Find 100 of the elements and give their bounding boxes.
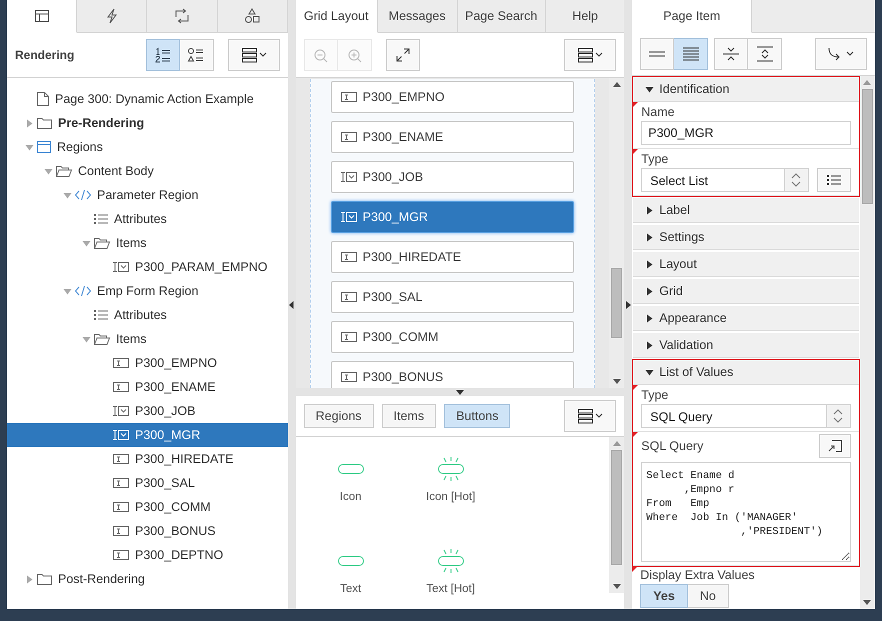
grid-item[interactable]: P300_EMPNO xyxy=(330,81,574,113)
menu-button[interactable] xyxy=(564,400,616,432)
tree-item[interactable]: Items xyxy=(7,327,288,351)
name-field[interactable]: P300_MGR xyxy=(641,121,851,145)
expand-button[interactable] xyxy=(386,39,420,71)
select-field[interactable]: Select List xyxy=(641,168,809,192)
toggle-option[interactable]: No xyxy=(688,584,729,608)
text-field-icon xyxy=(112,381,130,393)
page-icon xyxy=(36,91,50,107)
group-header[interactable]: Grid xyxy=(633,279,859,304)
gallery-tab[interactable]: Regions xyxy=(304,404,374,428)
tree-item[interactable]: Attributes xyxy=(7,303,288,327)
caret-icon[interactable] xyxy=(645,232,654,242)
grid-item[interactable]: P300_JOB xyxy=(330,161,574,193)
gallery-item-label[interactable]: Text xyxy=(340,581,362,598)
select-field-icon xyxy=(340,171,358,183)
tree-item[interactable]: P300_BONUS xyxy=(7,519,288,543)
tree-item[interactable]: Page 300: Dynamic Action Example xyxy=(7,87,288,111)
text-field-icon xyxy=(340,251,358,263)
tree-item[interactable]: P300_MGR xyxy=(7,423,288,447)
menu-button[interactable] xyxy=(228,39,280,71)
code-tag-icon xyxy=(74,284,92,298)
scroll-up-icon[interactable] xyxy=(612,82,621,87)
select-field[interactable]: SQL Query xyxy=(641,404,851,428)
view-toggle-button[interactable] xyxy=(714,38,748,70)
scroll-down-icon[interactable] xyxy=(863,600,872,605)
toggle-option[interactable]: Yes xyxy=(640,584,688,608)
view-toggle-button[interactable] xyxy=(674,38,708,70)
toggle-arrow-icon[interactable] xyxy=(82,334,90,344)
group-header[interactable]: Appearance xyxy=(633,306,859,331)
caret-icon[interactable] xyxy=(645,84,654,94)
menu-button[interactable] xyxy=(564,39,616,71)
tree-item[interactable]: Parameter Region xyxy=(7,183,288,207)
collapse-arrow-icon[interactable] xyxy=(289,300,294,308)
toggle-arrow-icon[interactable] xyxy=(44,166,52,176)
toggle-arrow-icon[interactable] xyxy=(24,142,34,152)
list-button[interactable] xyxy=(816,168,851,192)
panel-tab[interactable] xyxy=(7,0,78,33)
tree-item[interactable]: Attributes xyxy=(7,207,288,231)
tree-item[interactable]: Post-Rendering xyxy=(7,567,288,591)
tree-item[interactable]: P300_DEPTNO xyxy=(7,543,288,567)
view-toggle-button[interactable] xyxy=(146,39,180,71)
view-toggle-button[interactable] xyxy=(180,39,214,71)
grid-item[interactable]: P300_COMM xyxy=(330,321,574,353)
gallery-tab[interactable]: Buttons xyxy=(444,404,510,428)
gallery-item-label[interactable]: Text [Hot] xyxy=(426,581,475,598)
group-header[interactable]: Settings xyxy=(633,225,859,250)
panel-tab[interactable]: Grid Layout xyxy=(296,0,378,33)
tree-item[interactable]: P300_HIREDATE xyxy=(7,447,288,471)
group-header[interactable]: List of Values xyxy=(633,360,859,385)
tree-item[interactable]: P300_SAL xyxy=(7,471,288,495)
tree-item[interactable]: P300_PARAM_EMPNO xyxy=(7,255,288,279)
caret-icon[interactable] xyxy=(645,314,654,322)
grid-item[interactable]: P300_ENAME xyxy=(330,121,574,153)
toggle-arrow-icon[interactable] xyxy=(24,118,34,128)
collapse-arrow-icon[interactable] xyxy=(456,390,464,394)
expand-editor-button[interactable] xyxy=(818,434,851,458)
group-header[interactable]: Identification xyxy=(633,77,859,102)
toggle-arrow-icon[interactable] xyxy=(62,190,72,200)
view-toggle-button[interactable] xyxy=(748,38,782,70)
panel-tab[interactable]: Page Item xyxy=(632,0,752,33)
caret-icon[interactable] xyxy=(645,286,654,296)
group-header[interactable]: Validation xyxy=(633,333,859,358)
scrollbar-thumb[interactable] xyxy=(862,89,873,204)
tree-item[interactable]: Emp Form Region xyxy=(7,279,288,303)
tree-item[interactable]: P300_COMM xyxy=(7,495,288,519)
scroll-down-icon[interactable] xyxy=(612,379,621,384)
caret-icon[interactable] xyxy=(645,206,654,214)
toggle-arrow-icon[interactable] xyxy=(82,238,90,248)
scroll-down-icon[interactable] xyxy=(612,584,621,589)
expand-box-icon xyxy=(826,439,843,453)
gallery-item-label[interactable]: Icon [Hot] xyxy=(426,489,476,506)
gallery-tab[interactable]: Items xyxy=(382,404,436,428)
tree-item[interactable]: P300_EMPNO xyxy=(7,351,288,375)
grid-item[interactable]: P300_SAL xyxy=(330,281,574,313)
grid-item[interactable]: P300_HIREDATE xyxy=(330,241,574,273)
tree-item[interactable]: Pre-Rendering xyxy=(7,111,288,135)
tree-item[interactable]: Content Body xyxy=(7,159,288,183)
group-header[interactable]: Layout xyxy=(633,252,859,277)
tree-item[interactable]: P300_JOB xyxy=(7,399,288,423)
tree-item[interactable]: Regions xyxy=(7,135,288,159)
scrollbar-thumb[interactable] xyxy=(611,268,622,338)
collapse-arrow-icon[interactable] xyxy=(626,300,631,308)
caret-icon[interactable] xyxy=(645,368,654,376)
up-down-arrows-icon xyxy=(791,173,802,187)
menu-icon xyxy=(577,407,604,425)
toggle-arrow-icon[interactable] xyxy=(62,286,72,296)
group-header[interactable]: Label xyxy=(633,198,859,223)
expand-icon xyxy=(754,45,775,63)
scrollbar-thumb[interactable] xyxy=(611,450,622,565)
caret-icon[interactable] xyxy=(645,260,654,268)
grid-item[interactable]: P300_BONUS xyxy=(330,361,574,388)
caret-icon[interactable] xyxy=(645,340,654,350)
toggle-arrow-icon[interactable] xyxy=(24,574,34,584)
tree-item[interactable]: Items xyxy=(7,231,288,255)
view-toggle-button[interactable] xyxy=(640,38,674,70)
tree-item[interactable]: P300_ENAME xyxy=(7,375,288,399)
grid-item[interactable]: P300_MGR xyxy=(330,201,574,233)
gallery-item-label[interactable]: Icon xyxy=(340,489,362,506)
code-editor[interactable]: Select Ename d ,Empno r From Emp Where Job In ('MANAGER' ,'PRESIDENT') xyxy=(641,462,851,562)
